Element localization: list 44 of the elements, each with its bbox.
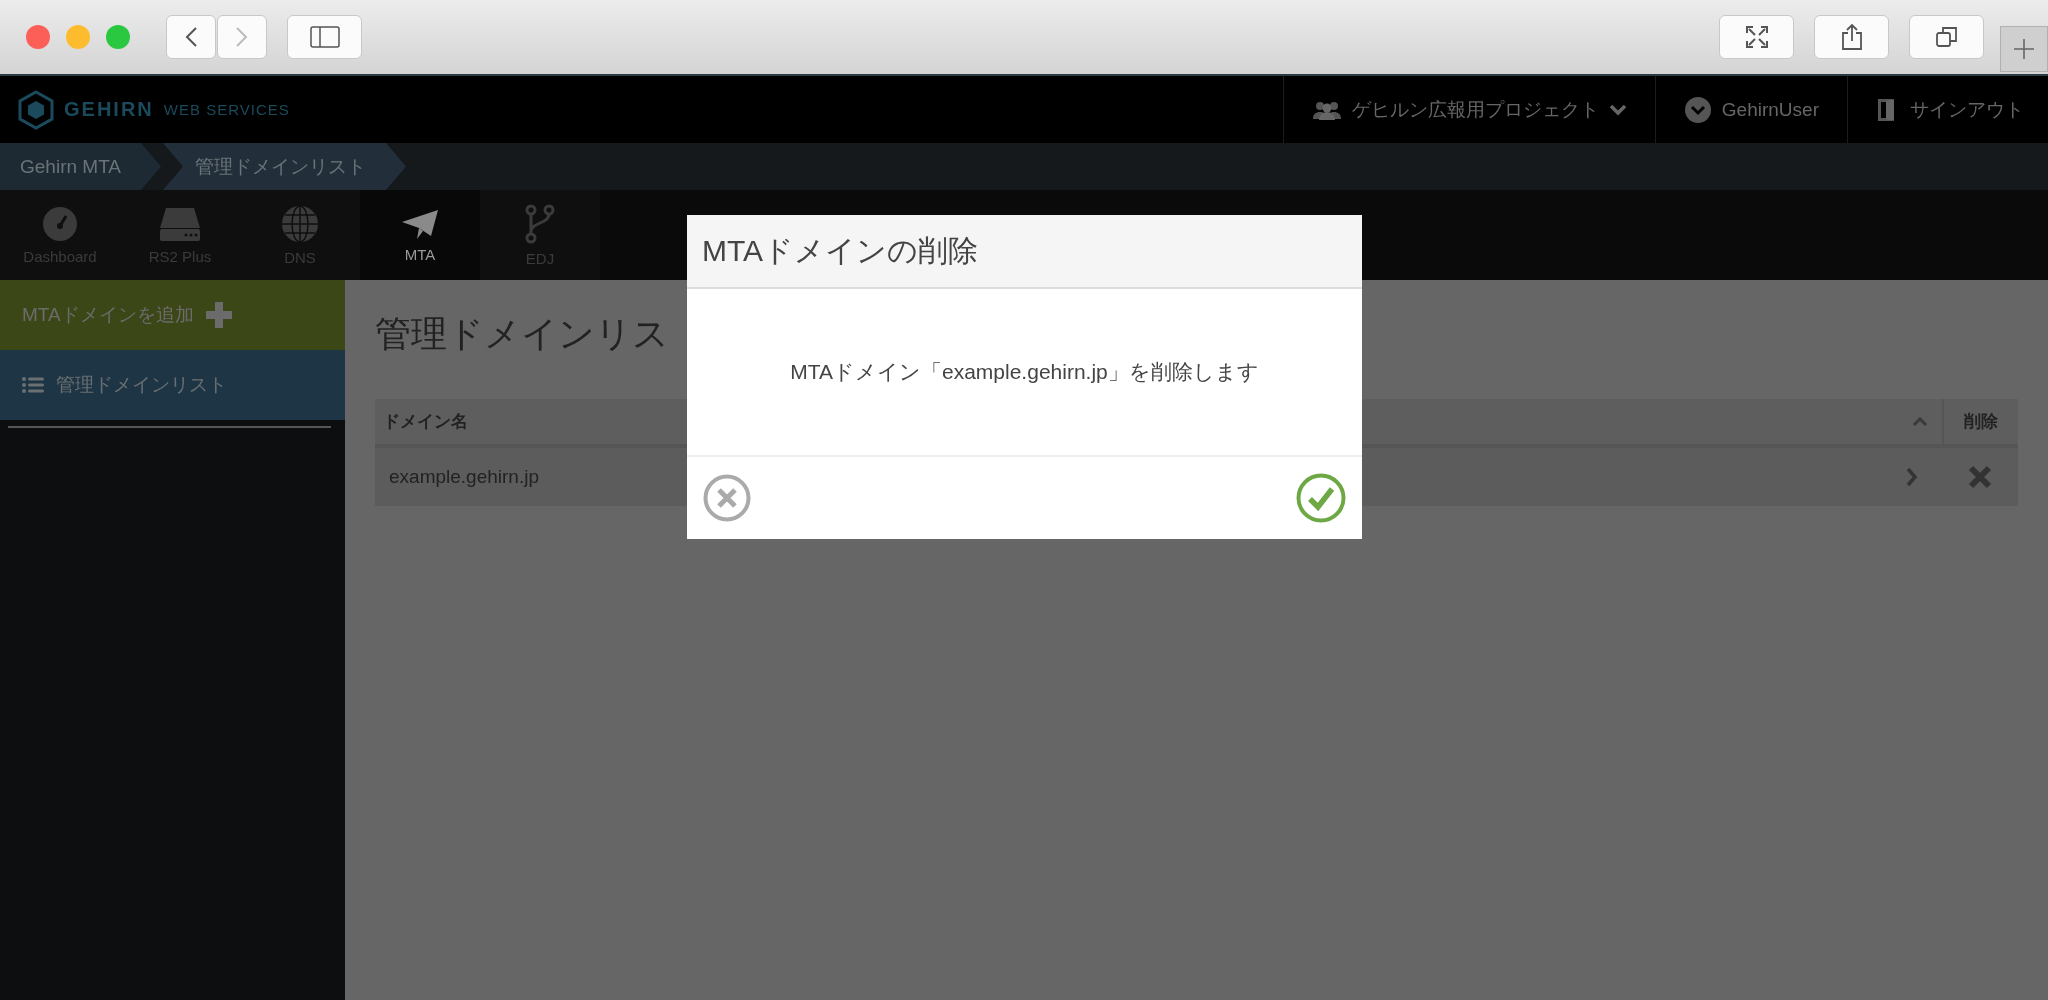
tabs-overview-button[interactable] (1909, 15, 1984, 59)
column-header: 削除 (1942, 399, 2018, 444)
sidebar-icon (309, 26, 340, 48)
list-icon (22, 377, 44, 393)
sidebar-toggle-button[interactable] (287, 15, 362, 59)
paper-plane-icon (401, 207, 439, 240)
people-icon (1311, 99, 1342, 120)
chevron-circle-icon (1683, 95, 1712, 124)
overlapping-squares-icon (1934, 25, 1959, 49)
domain-cell[interactable]: example.gehirn.jp (375, 466, 539, 488)
breadcrumb-link[interactable]: Gehirn MTA (0, 143, 161, 190)
logo-tagline: WEB SERVICES (163, 101, 290, 118)
sidebar-item[interactable]: 管理ドメインリスト (0, 350, 345, 420)
minimize-window-button[interactable] (66, 25, 90, 49)
server-icon (158, 205, 202, 242)
zoom-window-button[interactable] (106, 25, 130, 49)
branch-icon (525, 203, 555, 244)
chevron-right-icon (235, 26, 249, 48)
sidebar-item[interactable]: MTAドメインを追加 (0, 280, 345, 350)
fullscreen-button[interactable] (1719, 15, 1794, 59)
dialog-title: MTAドメインの削除 (702, 232, 979, 269)
hexagon-logo-icon (18, 89, 54, 130)
expand-arrows-icon (1744, 25, 1769, 49)
column-header[interactable]: ドメイン名 (375, 410, 468, 433)
page-title: 管理ドメインリス (375, 312, 669, 356)
gauge-icon (42, 205, 78, 242)
chevron-down-icon (1608, 103, 1627, 116)
plus-icon (205, 302, 232, 328)
share-icon (1840, 23, 1863, 51)
globe-icon (281, 204, 319, 243)
breadcrumb-link[interactable]: 管理ドメインリスト (163, 143, 406, 190)
confirm-button[interactable] (1296, 473, 1346, 523)
back-button[interactable] (166, 15, 216, 59)
plus-icon (2013, 38, 2035, 60)
chevron-left-icon (184, 26, 198, 48)
close-window-button[interactable] (26, 25, 50, 49)
logo-text: GEHIRN (64, 98, 154, 121)
share-button[interactable] (1814, 15, 1889, 59)
dialog-message: MTAドメイン「example.gehirn.jp」を削除します (790, 359, 1259, 385)
cancel-button[interactable] (703, 474, 751, 522)
new-tab-button[interactable] (2000, 26, 2048, 72)
chevron-right-icon[interactable] (1906, 467, 1918, 487)
sort-caret-icon[interactable] (1912, 416, 1928, 427)
delete-x-icon[interactable] (1968, 465, 1992, 489)
